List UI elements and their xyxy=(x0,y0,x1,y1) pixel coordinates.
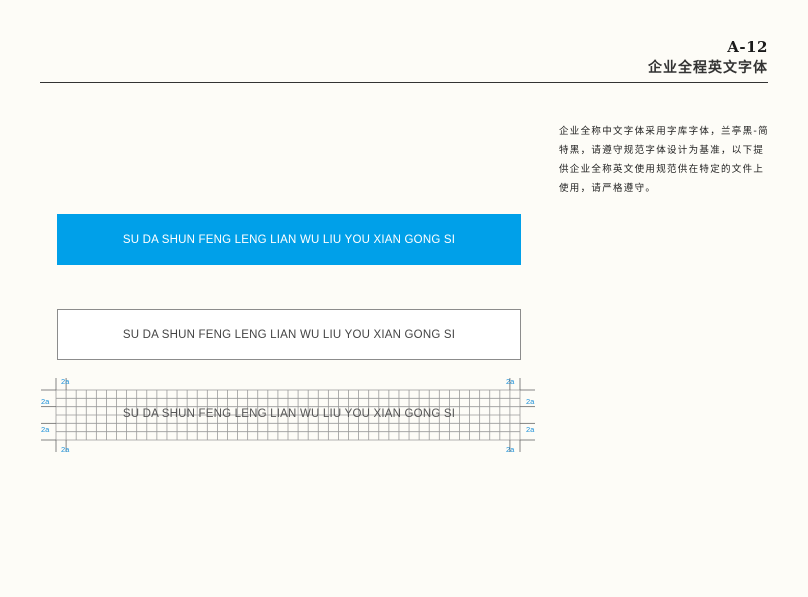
page-code: A-12 xyxy=(727,38,768,56)
margin-label-left-upper: 2a xyxy=(41,397,50,406)
construction-grid: SU DA SHUN FENG LENG LIAN WU LIU YOU XIA… xyxy=(40,376,536,454)
description-text: 企业全称中文字体采用字库字体，兰亭黑-简特黑，请遵守规范字体设计为基准，以下提供… xyxy=(559,126,769,194)
margin-label-top-left: 2a xyxy=(61,377,70,386)
page-title: 企业全程英文字体 xyxy=(648,60,768,76)
margin-label-bottom-left: 2a xyxy=(61,445,70,454)
margin-label-right-lower: 2a xyxy=(526,425,535,434)
outline-sample-text: SU DA SHUN FENG LENG LIAN WU LIU YOU XIA… xyxy=(122,328,456,341)
blue-sample-text: SU DA SHUN FENG LENG LIAN WU LIU YOU XIA… xyxy=(122,233,456,246)
blue-background-sample: SU DA SHUN FENG LENG LIAN WU LIU YOU XIA… xyxy=(57,214,521,265)
grid-sample-text: SU DA SHUN FENG LENG LIAN WU LIU YOU XIA… xyxy=(122,408,456,420)
margin-label-left-lower: 2a xyxy=(41,425,50,434)
margin-label-bottom-right: 2a xyxy=(506,445,515,454)
margin-label-right-upper: 2a xyxy=(526,397,535,406)
header-divider xyxy=(40,82,768,83)
margin-label-top-right: 2a xyxy=(506,377,515,386)
outline-sample: SU DA SHUN FENG LENG LIAN WU LIU YOU XIA… xyxy=(57,309,521,360)
